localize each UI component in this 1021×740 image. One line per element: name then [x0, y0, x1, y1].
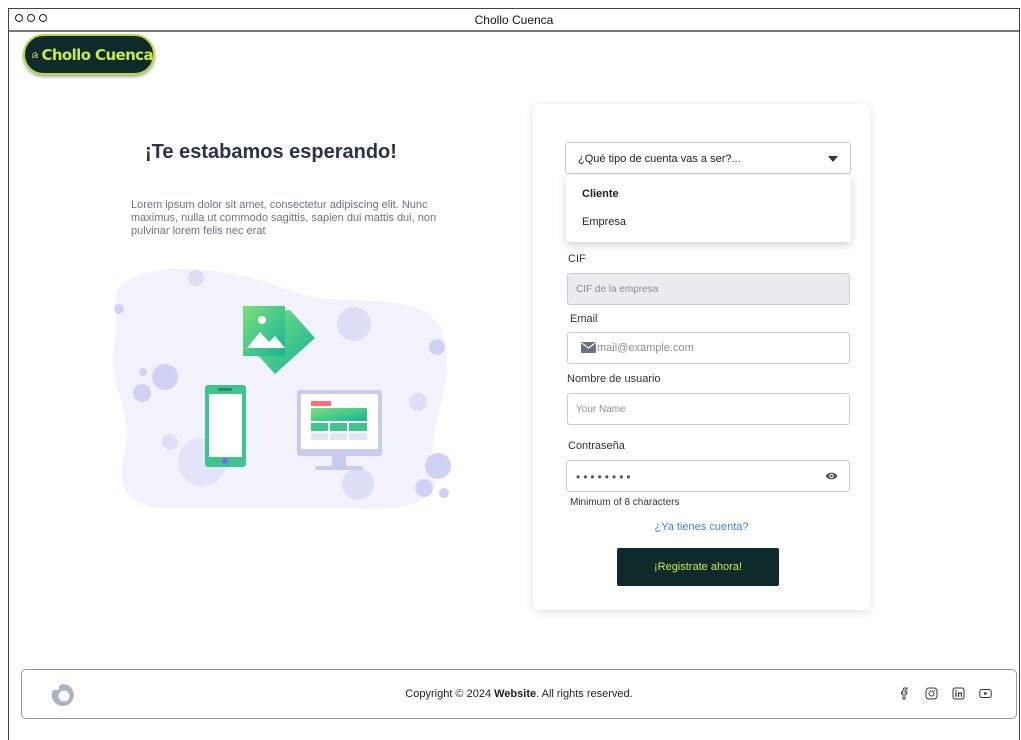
username-input[interactable]: [567, 393, 850, 425]
account-type-dropdown: Cliente Empresa: [566, 175, 851, 242]
username-label: Nombre de usuario: [567, 373, 661, 385]
password-hint: Minimum of 8 characters: [570, 497, 680, 508]
title-bar: Chollo Cuenca: [9, 9, 1019, 32]
email-input[interactable]: [567, 332, 850, 364]
eye-icon[interactable]: [825, 471, 838, 481]
mail-icon: [581, 342, 596, 353]
brand-logo[interactable]: Chollo Cuenca: [23, 34, 155, 75]
facebook-icon[interactable]: [898, 687, 911, 700]
instagram-icon[interactable]: [925, 687, 938, 700]
option-empresa[interactable]: Empresa: [582, 216, 626, 228]
copyright-brand: Website: [494, 688, 537, 700]
devices-illustration: [112, 268, 451, 509]
cif-label: CIF: [568, 253, 586, 265]
option-cliente[interactable]: Cliente: [582, 188, 619, 200]
house-logo-icon: [32, 51, 39, 58]
social-links: [898, 687, 992, 700]
hero-title: ¡Te estabamos esperando!: [145, 141, 397, 163]
password-value: ••••••••: [576, 470, 634, 484]
login-link[interactable]: ¿Ya tienes cuenta?: [533, 521, 870, 533]
cif-input[interactable]: [567, 273, 850, 305]
hero-description: Lorem ipsum dolor sit amet, consectetur …: [131, 199, 437, 237]
window-title: Chollo Cuenca: [474, 13, 554, 27]
password-label: Contraseña: [568, 440, 625, 452]
youtube-icon[interactable]: [979, 687, 992, 700]
caret-down-icon: [828, 156, 838, 162]
account-type-select[interactable]: ¿Qué tipo de cuenta vas a ser?...: [565, 142, 851, 174]
account-type-value: ¿Qué tipo de cuenta vas a ser?...: [578, 153, 741, 165]
copyright-text: Copyright © 2024 Website. All rights res…: [405, 688, 633, 700]
linkedin-icon[interactable]: [952, 687, 965, 700]
logo-text: Chollo Cuenca: [41, 45, 153, 64]
footer: Copyright © 2024 Website. All rights res…: [21, 669, 1017, 719]
register-button[interactable]: ¡Registrate ahora!: [617, 548, 779, 586]
email-label: Email: [570, 313, 598, 325]
